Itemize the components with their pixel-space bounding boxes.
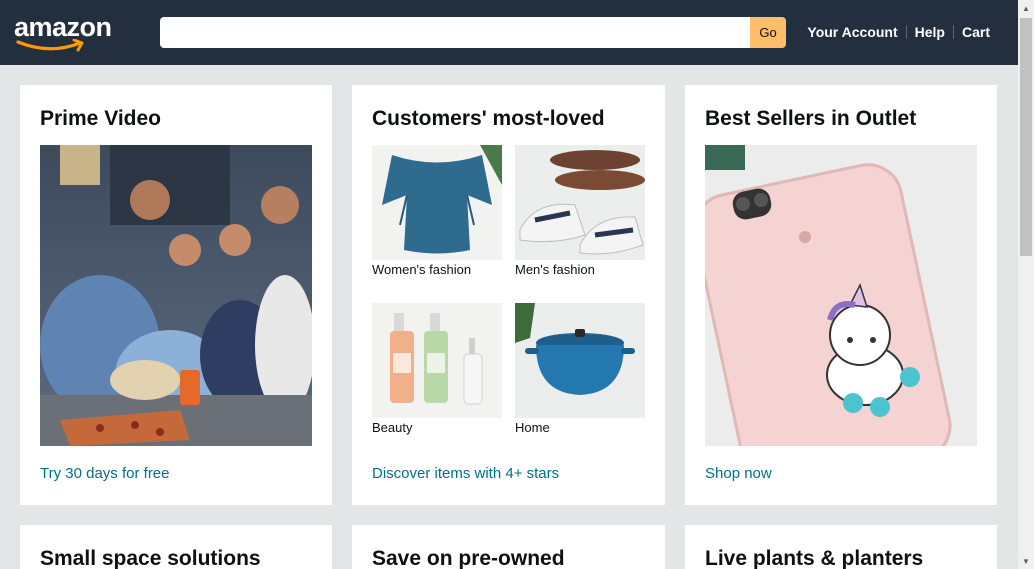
mens-fashion-image	[515, 145, 645, 260]
scroll-down-arrow-icon[interactable]: ▼	[1018, 553, 1034, 569]
card-title: Customers' most-loved	[372, 107, 605, 130]
search-input[interactable]	[160, 17, 750, 48]
womens-fashion-image	[372, 145, 502, 260]
prime-video-family-image[interactable]	[40, 145, 312, 446]
quad-beauty[interactable]: Beauty	[372, 303, 502, 435]
card-save-on-pre-owned: Save on pre-owned	[352, 525, 665, 569]
quad-home[interactable]: Home	[515, 303, 645, 435]
scrollbar-thumb[interactable]	[1020, 18, 1032, 256]
most-loved-link[interactable]: Discover items with 4+ stars	[372, 465, 559, 482]
quad-mens-fashion[interactable]: Men's fashion	[515, 145, 645, 277]
card-title: Live plants & planters	[705, 547, 924, 569]
logo-smile-icon	[16, 39, 84, 52]
quad-label: Women's fashion	[372, 262, 472, 277]
search-bar: Go	[160, 17, 786, 48]
card-small-space-solutions: Small space solutions	[20, 525, 332, 569]
header-nav: Your Account Help Cart	[807, 24, 990, 40]
card-best-sellers-outlet: Best Sellers in Outlet Shop now	[685, 85, 997, 505]
quad-label: Beauty	[372, 420, 413, 435]
quad-label: Home	[515, 420, 550, 435]
quad-womens-fashion[interactable]: Women's fashion	[372, 145, 502, 277]
prime-trial-link[interactable]: Try 30 days for free	[40, 465, 170, 482]
beauty-image	[372, 303, 502, 418]
card-title: Save on pre-owned	[372, 547, 565, 569]
card-most-loved: Customers' most-loved Women's fashion Me…	[352, 85, 665, 505]
outlet-phone-case-image[interactable]	[705, 145, 977, 446]
cart-link[interactable]: Cart	[962, 24, 990, 40]
nav-divider	[905, 25, 907, 39]
amazon-logo[interactable]: amazon	[14, 12, 114, 54]
top-header: amazon Go Your Account Help Cart	[0, 0, 1018, 65]
home-image	[515, 303, 645, 418]
scroll-up-arrow-icon[interactable]: ▲	[1018, 0, 1034, 16]
quad-label: Men's fashion	[515, 262, 595, 277]
card-title: Best Sellers in Outlet	[705, 107, 917, 130]
shop-now-link[interactable]: Shop now	[705, 465, 772, 482]
help-link[interactable]: Help	[915, 24, 945, 40]
card-title: Prime Video	[40, 107, 161, 130]
card-title: Small space solutions	[40, 547, 261, 569]
card-prime-video: Prime Video Try 30 days for free	[20, 85, 332, 505]
search-go-button[interactable]: Go	[750, 17, 786, 48]
vertical-scrollbar[interactable]: ▲ ▼	[1018, 0, 1034, 569]
card-live-plants: Live plants & planters	[685, 525, 997, 569]
your-account-link[interactable]: Your Account	[807, 24, 897, 40]
nav-divider	[952, 25, 954, 39]
